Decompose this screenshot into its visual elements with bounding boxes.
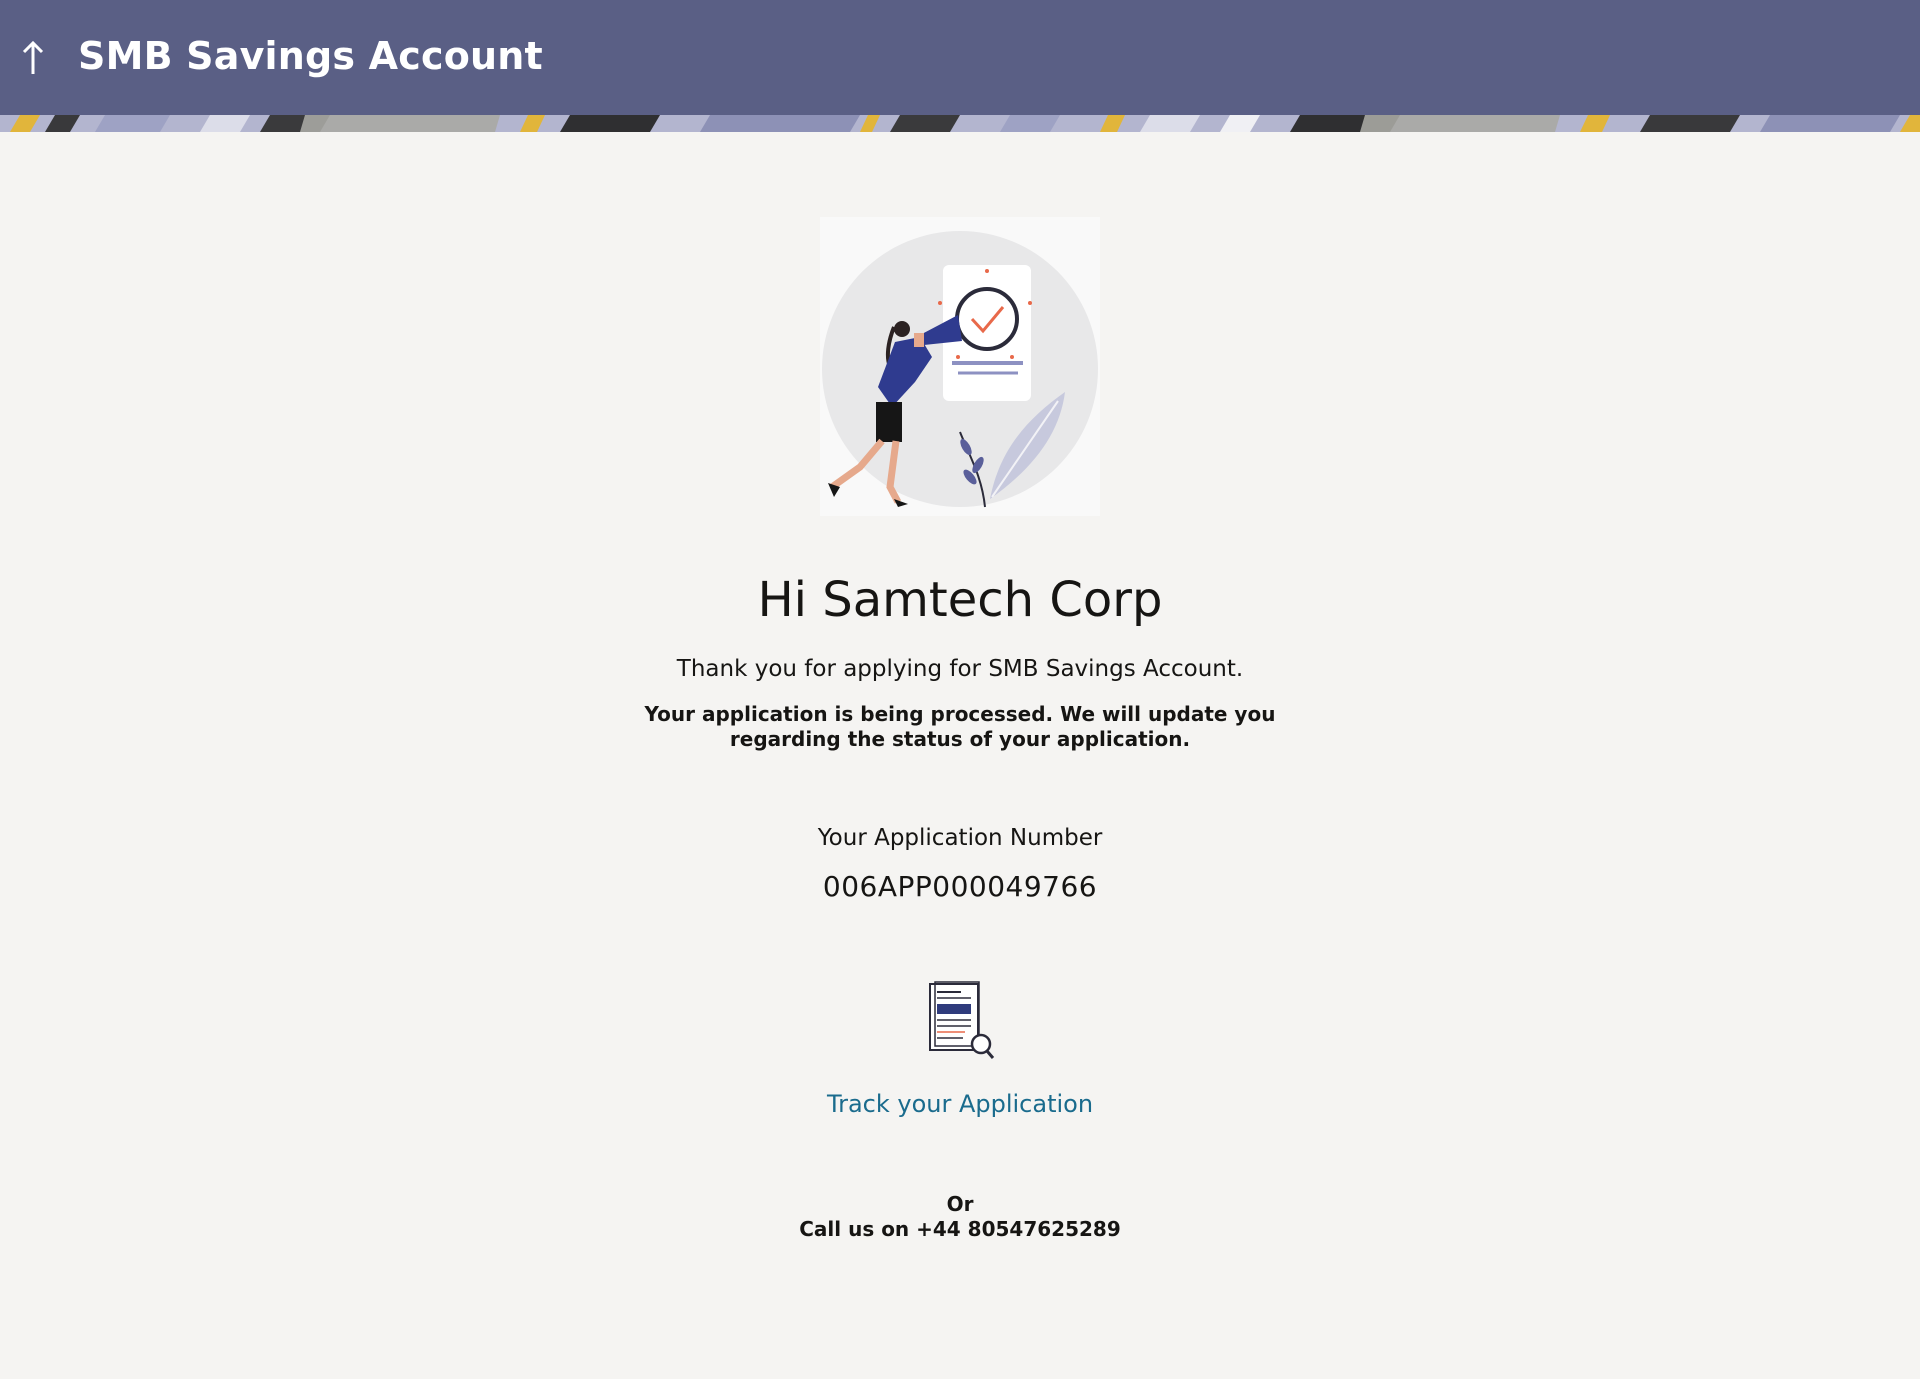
application-number-label: Your Application Number bbox=[817, 825, 1103, 851]
document-search-icon[interactable] bbox=[925, 980, 995, 1060]
thank-you-message: Thank you for applying for SMB Savings A… bbox=[676, 656, 1244, 682]
arrow-up-icon[interactable] bbox=[20, 38, 46, 78]
track-application-link[interactable]: Track your Application bbox=[827, 1090, 1093, 1118]
greeting-heading: Hi Samtech Corp bbox=[757, 572, 1163, 628]
track-application-link-wrapper: Track your Application bbox=[0, 1090, 1920, 1118]
or-separator: Or bbox=[946, 1192, 974, 1216]
processing-message: Your application is being processed. We … bbox=[644, 702, 1276, 751]
page-title: SMB Savings Account bbox=[78, 34, 543, 78]
application-number: 006APP000049766 bbox=[822, 870, 1098, 903]
woman-megaphone-checkmark-illustration bbox=[820, 217, 1100, 516]
page-header: SMB Savings Account bbox=[0, 0, 1920, 115]
call-us-text: Call us on +44 80547625289 bbox=[799, 1217, 1121, 1241]
decorative-pattern-strip bbox=[0, 115, 1920, 132]
